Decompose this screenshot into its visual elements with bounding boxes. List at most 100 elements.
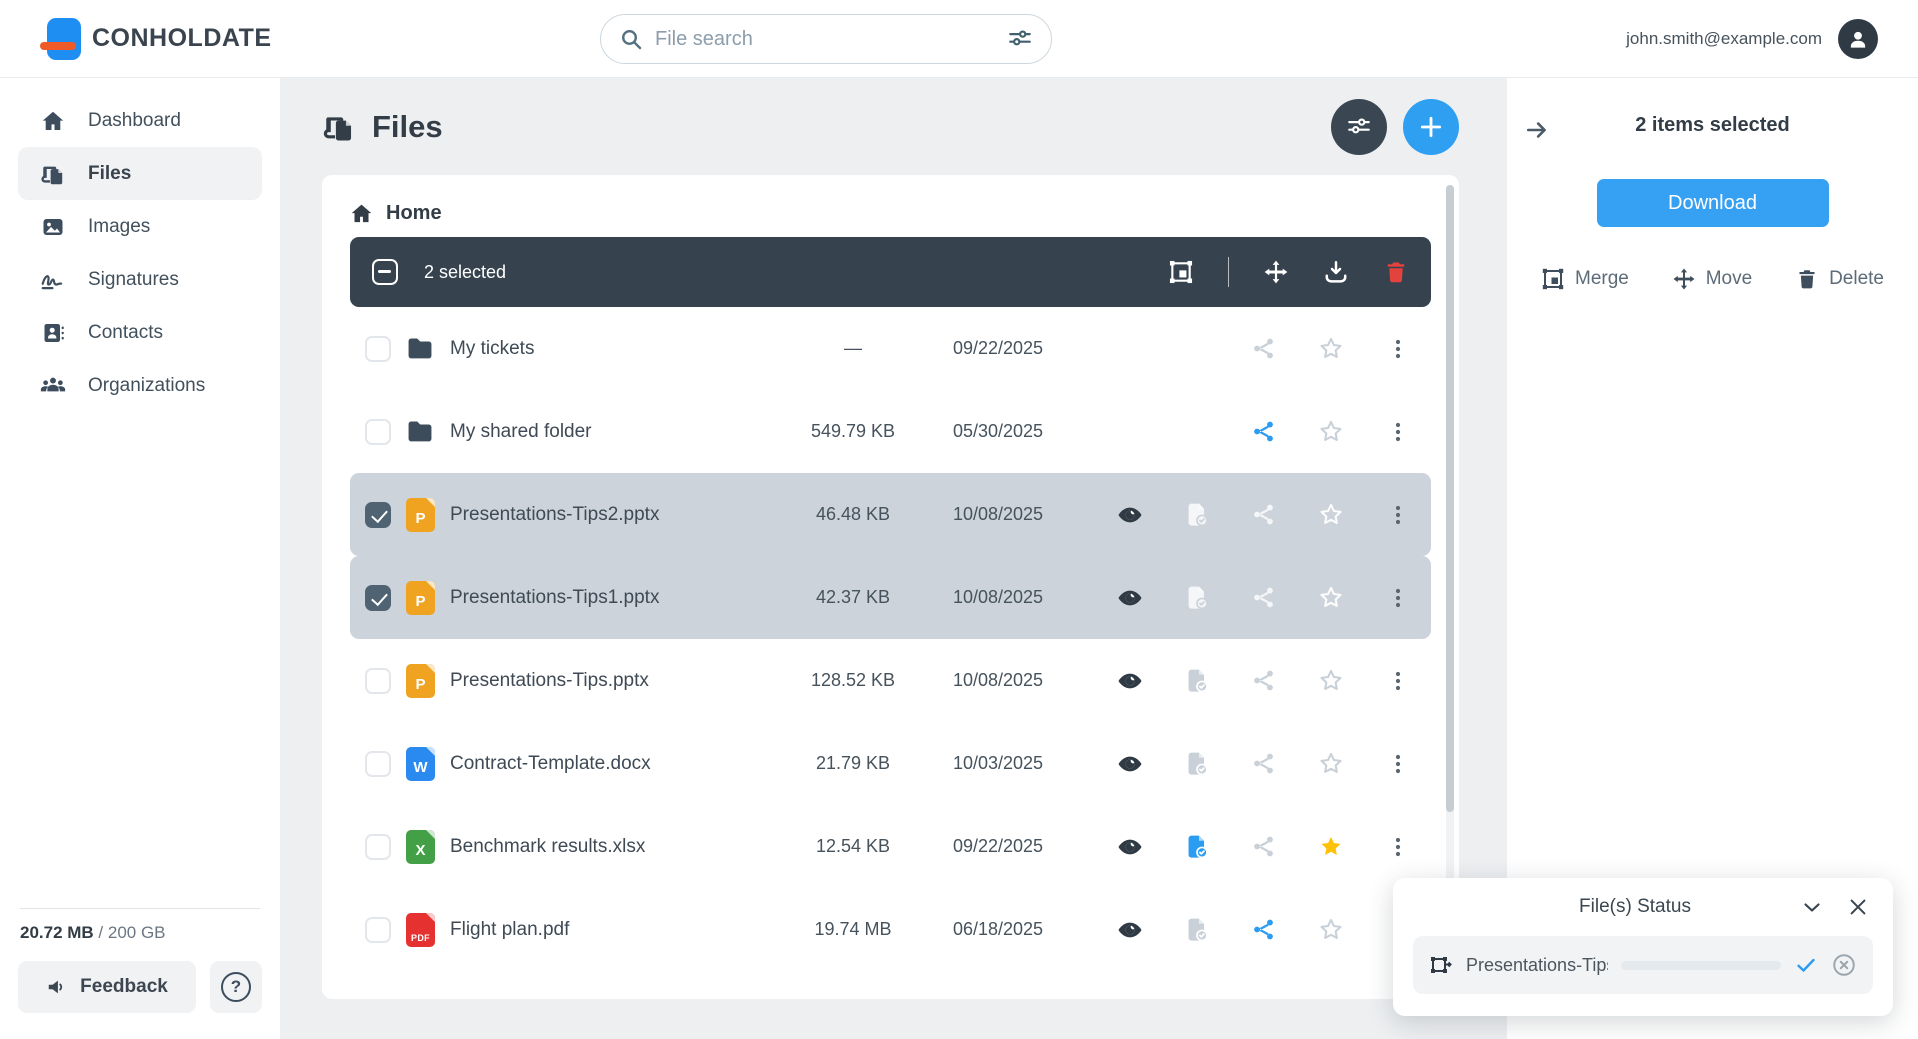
sidebar-item-images[interactable]: Images	[18, 200, 262, 253]
row-checkbox[interactable]	[365, 335, 391, 362]
table-row[interactable]: My tickets — 09/22/2025	[350, 307, 1431, 390]
sidebar-item-files[interactable]: Files	[18, 147, 262, 200]
file-check-icon[interactable]	[1184, 917, 1210, 943]
kebab-icon[interactable]	[1385, 502, 1411, 528]
star-icon[interactable]	[1318, 585, 1344, 611]
table-row[interactable]: W Contract-Template.docx 21.79 KB 10/03/202…	[350, 722, 1431, 805]
sidebar-item-signatures[interactable]: Signatures	[18, 253, 262, 306]
eye-icon[interactable]	[1117, 751, 1143, 777]
share-icon[interactable]	[1251, 751, 1277, 777]
file-check-icon[interactable]	[1184, 751, 1210, 777]
file-date: 05/30/2025	[952, 421, 1044, 441]
kebab-icon[interactable]	[1385, 751, 1411, 777]
move-action[interactable]: Move	[1672, 267, 1752, 291]
add-button[interactable]	[1403, 98, 1459, 155]
pptx-file-icon: P	[406, 580, 435, 615]
star-icon[interactable]	[1318, 751, 1344, 777]
star-filled-icon[interactable]	[1318, 834, 1344, 860]
kebab-icon[interactable]	[1385, 336, 1411, 362]
table-row[interactable]: P Presentations-Tips1.pptx 42.37 KB 10/08/2…	[350, 556, 1431, 639]
search-filter-icon[interactable]	[1007, 26, 1033, 52]
kebab-icon[interactable]	[1385, 668, 1411, 694]
kebab-icon[interactable]	[1385, 419, 1411, 445]
row-checkbox[interactable]	[365, 418, 391, 445]
share-icon[interactable]	[1251, 834, 1277, 860]
breadcrumb-home-label: Home	[386, 201, 442, 224]
help-button[interactable]: ?	[210, 961, 262, 1013]
row-checkbox[interactable]	[365, 916, 391, 943]
brand-logo[interactable]: CONHOLDATE	[40, 16, 272, 62]
eye-icon[interactable]	[1117, 917, 1143, 943]
table-row[interactable]: P Presentations-Tips.pptx 128.52 KB 10/08/2…	[350, 639, 1431, 722]
eye-icon[interactable]	[1117, 668, 1143, 694]
share-icon[interactable]	[1251, 502, 1277, 528]
eye-icon[interactable]	[1117, 585, 1143, 611]
row-checkbox[interactable]	[365, 667, 391, 694]
merge-action[interactable]: Merge	[1541, 267, 1629, 291]
files-icon	[40, 161, 66, 187]
file-check-icon[interactable]	[1184, 585, 1210, 611]
table-row[interactable]: My shared folder 549.79 KB 05/30/2025	[350, 390, 1431, 473]
table-row[interactable]: X Benchmark results.xlsx 12.54 KB 09/22/202…	[350, 805, 1431, 888]
table-row[interactable]: P Presentations-Tips2.pptx 46.48 KB 10/08/2…	[350, 473, 1431, 556]
list-filter-button[interactable]	[1331, 98, 1387, 155]
file-size: 128.52 KB	[810, 670, 896, 690]
download-button[interactable]: Download	[1596, 179, 1829, 227]
popup-title: File(s) Status	[1579, 896, 1691, 917]
merge-label: Merge	[1575, 268, 1629, 289]
share-icon[interactable]	[1251, 419, 1277, 445]
star-icon[interactable]	[1318, 419, 1344, 445]
row-checkbox[interactable]	[365, 833, 391, 860]
delete-icon[interactable]	[1383, 259, 1409, 285]
folder-icon	[406, 337, 434, 361]
close-icon[interactable]	[1845, 894, 1871, 920]
delete-action[interactable]: Delete	[1795, 267, 1884, 291]
file-type-letter: W	[413, 758, 428, 776]
file-check-icon[interactable]	[1184, 668, 1210, 694]
file-name: My tickets	[450, 337, 535, 359]
feedback-button[interactable]: Feedback	[18, 961, 196, 1013]
toolbar-divider	[1227, 257, 1229, 287]
file-size: 21.79 KB	[815, 753, 891, 773]
file-size: 46.48 KB	[815, 504, 891, 524]
kebab-icon[interactable]	[1385, 834, 1411, 860]
star-icon[interactable]	[1318, 336, 1344, 362]
eye-icon[interactable]	[1117, 834, 1143, 860]
star-icon[interactable]	[1318, 502, 1344, 528]
kebab-icon[interactable]	[1385, 585, 1411, 611]
sidebar-item-dashboard[interactable]: Dashboard	[18, 94, 262, 147]
sidebar-footer: 20.72 MB / 200 GB Feedback ?	[18, 908, 262, 1013]
sidebar-item-organizations[interactable]: Organizations	[18, 359, 262, 412]
sidebar-item-contacts[interactable]: Contacts	[18, 306, 262, 359]
eye-icon[interactable]	[1117, 502, 1143, 528]
file-size: —	[844, 338, 862, 358]
main-content: Files Home 2 selected My tickets — 09/22…	[280, 78, 1507, 1039]
merge-icon[interactable]	[1168, 259, 1194, 285]
download-icon[interactable]	[1323, 259, 1349, 285]
row-checkbox[interactable]	[365, 750, 391, 777]
file-check-icon[interactable]	[1184, 834, 1210, 860]
search-input[interactable]	[655, 27, 995, 51]
share-icon[interactable]	[1251, 336, 1277, 362]
status-item: Presentations-Tips.p...	[1413, 936, 1873, 994]
file-type-letter: X	[415, 841, 426, 859]
move-icon[interactable]	[1263, 259, 1289, 285]
chevron-down-icon[interactable]	[1799, 894, 1825, 920]
file-check-icon[interactable]	[1184, 502, 1210, 528]
table-row[interactable]: PDF Flight plan.pdf 19.74 MB 06/18/2025	[350, 888, 1431, 971]
collapse-panel-button[interactable]	[1515, 108, 1559, 152]
avatar[interactable]	[1838, 18, 1878, 59]
share-icon[interactable]	[1251, 585, 1277, 611]
share-icon[interactable]	[1251, 668, 1277, 694]
share-icon[interactable]	[1251, 917, 1277, 943]
file-type-letter: P	[415, 675, 426, 693]
file-date: 06/18/2025	[952, 919, 1044, 939]
row-checkbox[interactable]	[365, 501, 391, 528]
breadcrumb[interactable]: Home	[350, 175, 1431, 237]
star-icon[interactable]	[1318, 668, 1344, 694]
row-checkbox[interactable]	[365, 584, 391, 611]
cancel-circle-icon[interactable]	[1831, 952, 1857, 978]
star-icon[interactable]	[1318, 917, 1344, 943]
scrollbar-thumb[interactable]	[1446, 185, 1454, 813]
select-all-checkbox[interactable]	[372, 259, 398, 285]
